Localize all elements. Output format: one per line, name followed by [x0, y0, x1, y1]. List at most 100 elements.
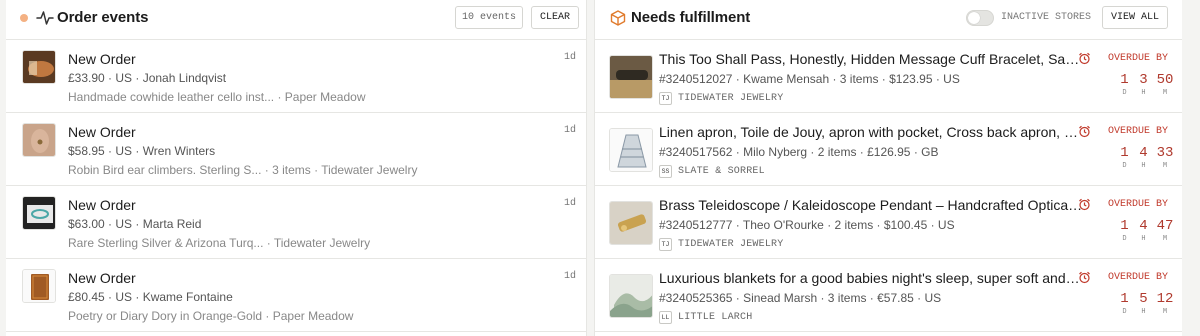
minutes-value: 12: [1156, 291, 1174, 307]
overdue-label: OVERDUE BY: [1107, 199, 1168, 210]
status-dot: [20, 14, 28, 22]
days-value: 1: [1120, 72, 1129, 88]
fulfillment-row[interactable]: This Too Shall Pass, Honestly, Hidden Me…: [595, 40, 1182, 113]
event-age: 1d: [563, 125, 576, 136]
minutes-value: 47: [1156, 218, 1174, 234]
countdown-minutes: 47 M: [1153, 218, 1177, 244]
overdue-indicator: OVERDUE BY: [1078, 198, 1168, 212]
order-meta: £80.45 · US · Kwame Fontaine: [68, 290, 233, 304]
days-value: 1: [1120, 218, 1129, 234]
page-title: Needs fulfillment: [631, 9, 751, 26]
countdown-minutes: 50 M: [1153, 72, 1177, 98]
store-initials: LL: [659, 311, 672, 324]
page-title: Order events: [57, 9, 149, 26]
hours-value: 3: [1139, 72, 1148, 88]
view-all-button[interactable]: VIEW ALL: [1102, 6, 1168, 29]
minutes-value: 33: [1156, 145, 1174, 161]
order-meta: #3240512777 · Theo O'Rourke · 2 items · …: [659, 218, 955, 232]
minutes-unit: M: [1162, 308, 1168, 316]
inactive-stores-label: INACTIVE STORES: [1001, 12, 1092, 23]
product-thumbnail: [22, 50, 56, 84]
store-initials: TJ: [659, 238, 672, 251]
overdue-label: OVERDUE BY: [1107, 272, 1168, 283]
product-thumbnail: [22, 196, 56, 230]
needs-fulfillment-header: Needs fulfillment INACTIVE STORES VIEW A…: [595, 0, 1182, 40]
order-meta: $63.00 · US · Marta Reid: [68, 217, 202, 231]
product-thumbnail: [22, 269, 56, 303]
hours-unit: H: [1141, 235, 1146, 243]
product-title: Luxurious blankets for a good babies nig…: [659, 270, 1083, 286]
countdown-minutes: 33 M: [1153, 145, 1177, 171]
days-unit: D: [1122, 162, 1127, 170]
days-unit: D: [1122, 308, 1127, 316]
order-event-row[interactable]: New Order $58.95 · US · Wren Winters Rob…: [6, 113, 586, 186]
event-age: 1d: [563, 198, 576, 209]
order-meta: #3240517562 · Milo Nyberg · 2 items · £1…: [659, 145, 939, 159]
minutes-unit: M: [1162, 235, 1168, 243]
event-count-badge: 10 events: [455, 6, 523, 29]
hours-unit: H: [1141, 308, 1146, 316]
order-meta: £33.90 · US · Jonah Lindqvist: [68, 71, 227, 85]
order-meta: #3240512027 · Kwame Mensah · 3 items · $…: [659, 72, 960, 86]
product-thumbnail: [609, 274, 653, 318]
days-value: 1: [1120, 145, 1129, 161]
store-initials: TJ: [659, 92, 672, 105]
countdown-minutes: 12 M: [1153, 291, 1177, 317]
order-meta: #3240525365 · Sinead Marsh · 3 items · €…: [659, 291, 942, 305]
overdue-label: OVERDUE BY: [1107, 53, 1168, 64]
alarm-clock-icon: [1079, 52, 1090, 65]
order-events-header: Order events 10 events CLEAR: [6, 0, 586, 40]
order-event-row[interactable]: New Order £80.45 · US · Kwame Fontaine P…: [6, 259, 586, 332]
countdown-days: 1D: [1115, 145, 1134, 171]
store-name: LITTLE LARCH: [678, 312, 753, 323]
countdown-days: 1D: [1115, 218, 1134, 244]
event-title: New Order: [68, 51, 136, 67]
hours-value: 4: [1139, 218, 1148, 234]
event-age: 1d: [563, 52, 576, 63]
days-unit: D: [1122, 89, 1127, 97]
hours-value: 4: [1139, 145, 1148, 161]
panel-gutter: [587, 0, 594, 336]
product-title: Linen apron, Toile de Jouy, apron with p…: [659, 124, 1083, 140]
order-meta: $58.95 · US · Wren Winters: [68, 144, 216, 158]
fulfillment-row[interactable]: Linen apron, Toile de Jouy, apron with p…: [595, 113, 1182, 186]
product-title: This Too Shall Pass, Honestly, Hidden Me…: [659, 51, 1083, 67]
countdown-hours: 4H: [1134, 218, 1153, 244]
store-name: TIDEWATER JEWELRY: [678, 239, 784, 250]
alarm-clock-icon: [1079, 125, 1090, 138]
overdue-indicator: OVERDUE BY: [1078, 125, 1168, 139]
product-thumbnail: [609, 55, 653, 99]
countdown-days: 1D: [1115, 291, 1134, 317]
days-unit: D: [1122, 235, 1127, 243]
fulfillment-row[interactable]: Luxurious blankets for a good babies nig…: [595, 259, 1182, 332]
order-detail: Poetry or Diary Dory in Orange-Gold · Pa…: [68, 309, 354, 323]
store-name: TIDEWATER JEWELRY: [678, 93, 784, 104]
fulfillment-row[interactable]: Brass Teleidoscope / Kaleidoscope Pendan…: [595, 186, 1182, 259]
event-age: 1d: [563, 271, 576, 282]
minutes-value: 50: [1156, 72, 1174, 88]
clear-button[interactable]: CLEAR: [531, 6, 579, 29]
order-detail: Handmade cowhide leather cello inst... ·…: [68, 90, 366, 104]
alarm-clock-icon: [1079, 271, 1090, 284]
countdown-hours: 3H: [1134, 72, 1153, 98]
countdown-days: 1D: [1115, 72, 1134, 98]
hours-unit: H: [1141, 162, 1146, 170]
countdown-hours: 4H: [1134, 145, 1153, 171]
overdue-label: OVERDUE BY: [1107, 126, 1168, 137]
minutes-unit: M: [1162, 162, 1168, 170]
hours-value: 5: [1139, 291, 1148, 307]
order-detail: Robin Bird ear climbers. Sterling S... ·…: [68, 163, 418, 177]
order-event-row[interactable]: New Order £33.90 · US · Jonah Lindqvist …: [6, 40, 586, 113]
overdue-indicator: OVERDUE BY: [1078, 271, 1168, 285]
order-event-row[interactable]: New Order $63.00 · US · Marta Reid Rare …: [6, 186, 586, 259]
minutes-unit: M: [1162, 89, 1168, 97]
store-initials: SS: [659, 165, 672, 178]
activity-icon: [36, 11, 54, 25]
order-detail: Rare Sterling Silver & Arizona Turq... ·…: [68, 236, 371, 250]
overdue-indicator: OVERDUE BY: [1078, 52, 1168, 66]
product-thumbnail: [609, 201, 653, 245]
hours-unit: H: [1141, 89, 1146, 97]
countdown-hours: 5H: [1134, 291, 1153, 317]
inactive-stores-toggle[interactable]: [966, 10, 994, 26]
product-thumbnail: [22, 123, 56, 157]
